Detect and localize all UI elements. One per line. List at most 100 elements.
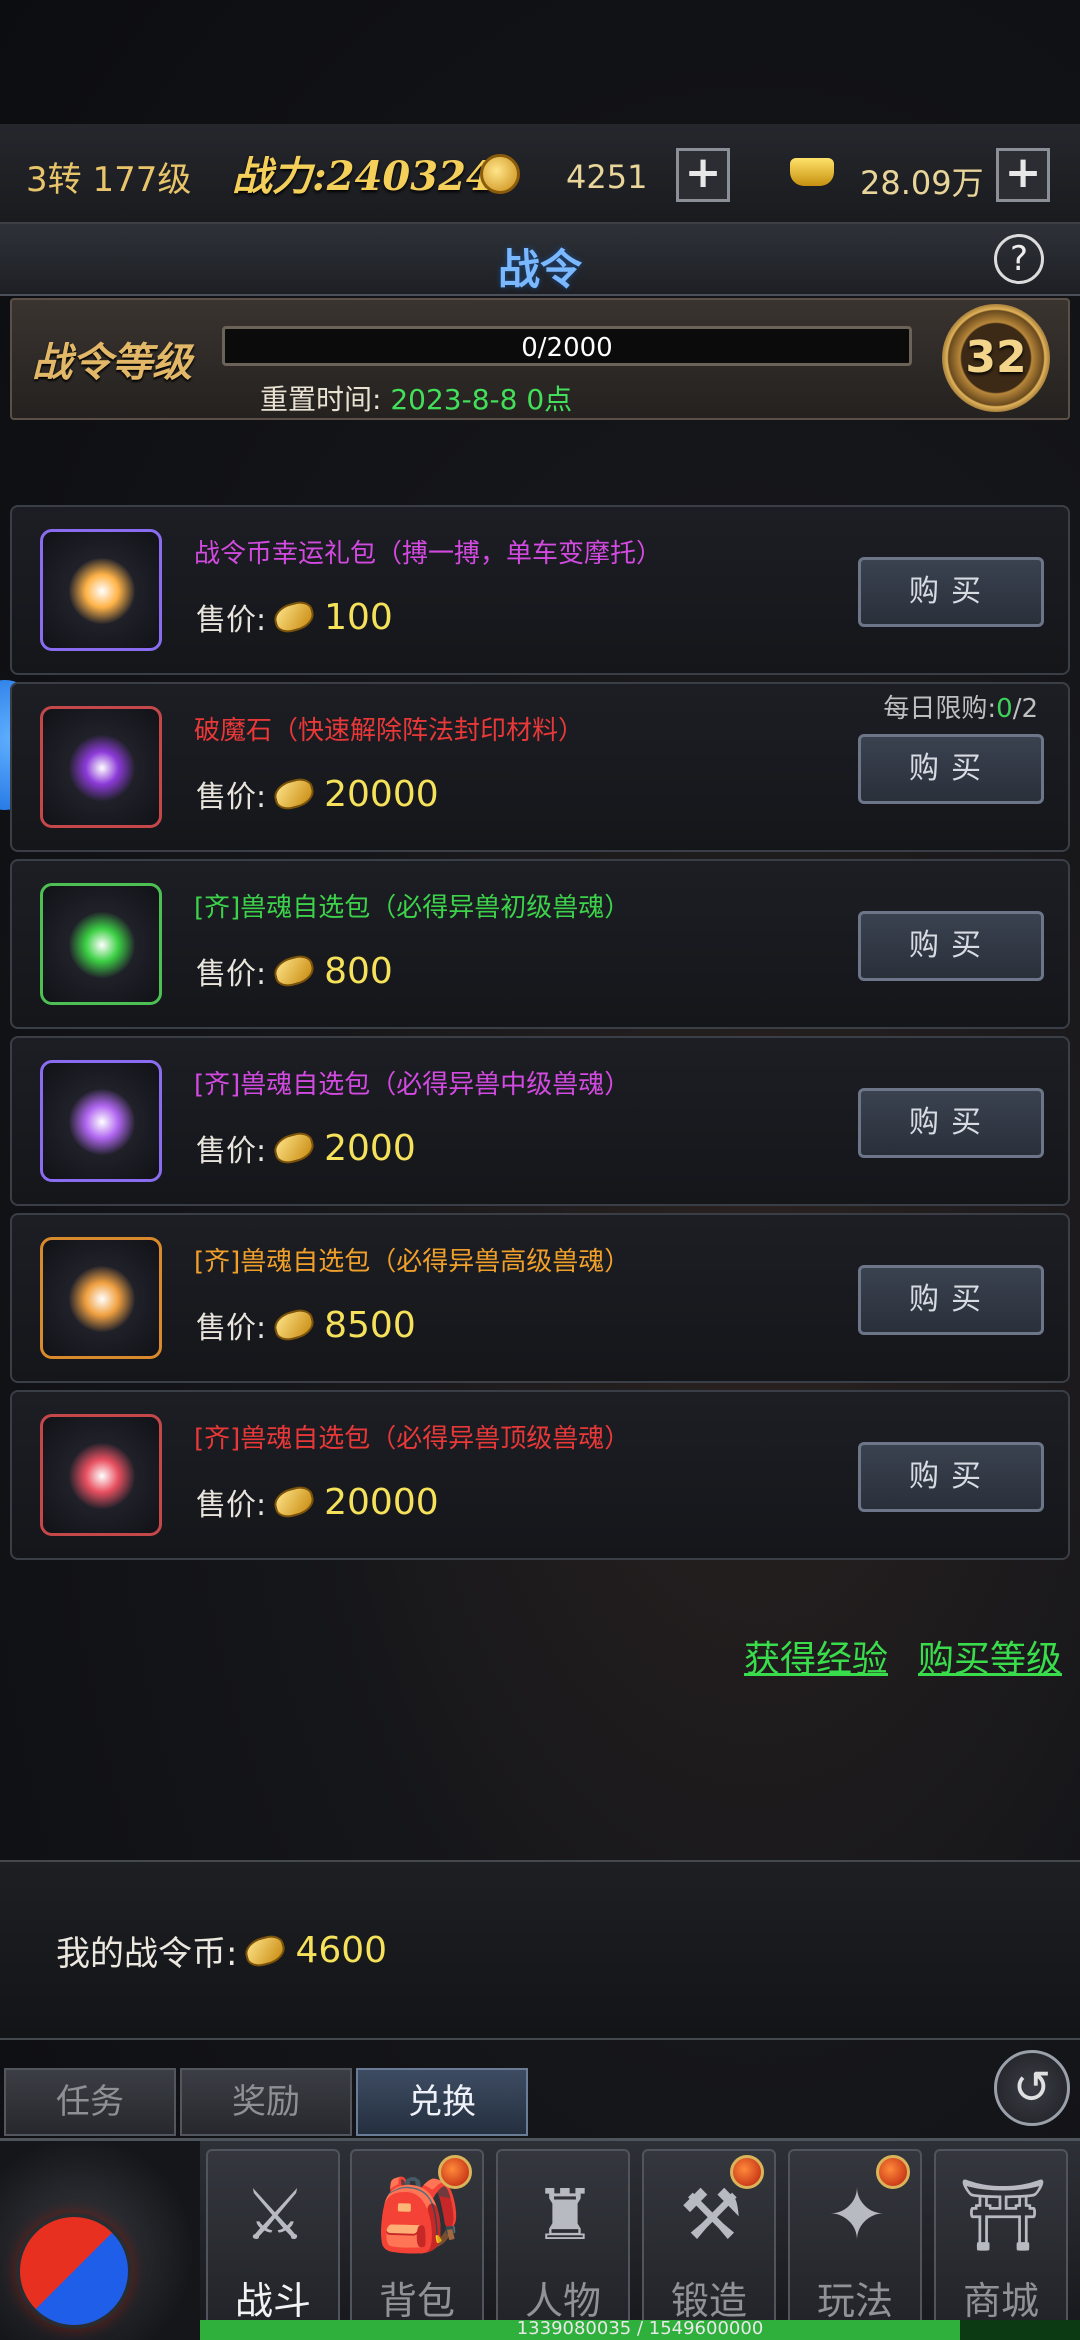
item-icon	[69, 735, 135, 801]
item-icon-frame[interactable]	[40, 883, 162, 1005]
dragon-emblem	[0, 2141, 200, 2340]
level-progress-text: 0/2000	[521, 333, 613, 363]
item-icon-frame[interactable]	[40, 529, 162, 651]
price-label: 售价:	[196, 1488, 267, 1523]
panel-title-bar: 战令 ?	[0, 224, 1080, 296]
get-exp-link[interactable]: 获得经验	[744, 1630, 888, 1682]
buy-button[interactable]: 购买	[858, 1088, 1044, 1158]
shop-item: [齐]兽魂自选包（必得异兽中级兽魂） 售价: 2000 购买	[10, 1036, 1070, 1206]
nav-item[interactable]: ⛩ 商城	[934, 2149, 1068, 2339]
buy-button[interactable]: 购买	[858, 557, 1044, 627]
battlepass-level-label: 战令等级	[32, 339, 192, 386]
price-value: 2000	[324, 1127, 416, 1169]
gold-coin-icon	[480, 154, 520, 194]
nav-item[interactable]: ✦ 玩法	[788, 2149, 922, 2339]
buy-button[interactable]: 购买	[858, 911, 1044, 981]
my-coin-row: 我的战令币: 4600	[56, 1926, 387, 1975]
add-ingot-button[interactable]: +	[996, 148, 1050, 202]
nav-icon: ⚔	[243, 2174, 307, 2256]
shop-item: [齐]兽魂自选包（必得异兽高级兽魂） 售价: 8500 购买	[10, 1213, 1070, 1383]
return-arrow-icon: ↺	[1012, 2060, 1052, 2114]
nav-item[interactable]: 🎒 背包	[350, 2149, 484, 2339]
buy-button[interactable]: 购买	[858, 1442, 1044, 1512]
link-row: 获得经验 购买等级	[744, 1630, 1062, 1682]
back-button[interactable]: ↺	[994, 2050, 1070, 2126]
yinyang-orb-icon[interactable]	[16, 2213, 132, 2329]
item-icon	[69, 912, 135, 978]
item-price-row: 售价: 2000	[196, 1126, 416, 1170]
tab-tasks[interactable]: 任务	[4, 2068, 176, 2136]
bottom-nav: ⚔ 战斗 🎒 背包 ♜ 人物 ⚒ 锻造 ✦ 玩法 ⛩ 商城	[0, 2138, 1080, 2340]
battlepass-coin-icon	[271, 775, 318, 813]
item-icon	[69, 1089, 135, 1155]
tab-rewards[interactable]: 奖励	[180, 2068, 352, 2136]
item-icon	[69, 1443, 135, 1509]
my-coin-value: 4600	[295, 1930, 388, 1971]
gold-coin-value: 4251	[566, 158, 648, 196]
shop-item: 破魔石（快速解除阵法封印材料） 售价: 20000 购买 每日限购:0/2	[10, 682, 1070, 852]
price-label: 售价:	[196, 1311, 267, 1346]
nav-label: 背包	[378, 2279, 455, 2323]
item-icon-frame[interactable]	[40, 1414, 162, 1536]
item-icon-frame[interactable]	[40, 706, 162, 828]
item-price-row: 售价: 8500	[196, 1303, 416, 1347]
nav-label: 玩法	[816, 2279, 893, 2323]
price-label: 售价:	[196, 1134, 267, 1169]
nav-item[interactable]: ♜ 人物	[496, 2149, 630, 2339]
nav-icon: ♜	[533, 2174, 597, 2256]
buy-button[interactable]: 购买	[858, 1265, 1044, 1335]
item-name: [齐]兽魂自选包（必得异兽初级兽魂）	[194, 893, 631, 923]
my-coin-label: 我的战令币:	[56, 1934, 238, 1974]
top-status-bar: 3转 177级 战力:240324 4251 + 28.09万 +	[0, 124, 1080, 224]
price-label: 售价:	[196, 780, 267, 815]
help-button[interactable]: ?	[994, 234, 1044, 284]
item-name: [齐]兽魂自选包（必得异兽中级兽魂）	[194, 1070, 631, 1100]
notification-dot-icon	[438, 2155, 472, 2189]
tab-exchange[interactable]: 兑换	[356, 2068, 528, 2136]
nav-icon: ⛩	[958, 2174, 1048, 2256]
game-screen: 3转 177级 战力:240324 4251 + 28.09万 + 战令 ? 战…	[0, 0, 1080, 2340]
item-icon	[69, 1266, 135, 1332]
nav-label: 战斗	[234, 2279, 311, 2323]
add-gold-button[interactable]: +	[676, 148, 730, 202]
notification-dot-icon	[730, 2155, 764, 2189]
shop-item-list: 战令币幸运礼包（搏一搏，单车变摩托） 售价: 100 购买 破魔石（快速解除阵法…	[10, 505, 1070, 1567]
nav-item[interactable]: ⚒ 锻造	[642, 2149, 776, 2339]
price-value: 800	[324, 950, 393, 992]
price-value: 20000	[324, 773, 439, 815]
buy-level-link[interactable]: 购买等级	[918, 1630, 1062, 1682]
item-name: [齐]兽魂自选包（必得异兽高级兽魂）	[194, 1247, 631, 1277]
shop-item: [齐]兽魂自选包（必得异兽顶级兽魂） 售价: 20000 购买	[10, 1390, 1070, 1560]
battlepass-coin-icon	[271, 1129, 318, 1167]
exp-bar-text: 1339080035 / 1549600000	[516, 2318, 764, 2339]
daily-limit-total: /2	[1012, 694, 1038, 724]
level-badge: 32	[942, 304, 1050, 412]
reset-time-label: 重置时间:	[260, 383, 382, 416]
item-price-row: 售价: 20000	[196, 1480, 439, 1524]
combat-power: 战力:240324	[232, 153, 494, 200]
nav-item[interactable]: ⚔ 战斗	[206, 2149, 340, 2339]
item-name: 破魔石（快速解除阵法封印材料）	[194, 716, 585, 746]
item-price-row: 售价: 100	[196, 595, 393, 639]
shop-item: [齐]兽魂自选包（必得异兽初级兽魂） 售价: 800 购买	[10, 859, 1070, 1029]
battlepass-coin-icon	[271, 952, 318, 990]
battlepass-coin-icon	[271, 598, 318, 636]
item-icon-frame[interactable]	[40, 1060, 162, 1182]
price-label: 售价:	[196, 957, 267, 992]
buy-button[interactable]: 购买	[858, 734, 1044, 804]
ingot-value: 28.09万	[860, 164, 984, 202]
nav-label: 人物	[524, 2279, 601, 2323]
reset-time-date: 2023-8-8 0点	[390, 383, 573, 416]
player-level: 3转 177级	[26, 160, 192, 200]
price-value: 8500	[324, 1304, 416, 1346]
item-price-row: 售价: 800	[196, 949, 393, 993]
page-title: 战令	[497, 245, 582, 294]
item-icon	[69, 558, 135, 624]
item-name: [齐]兽魂自选包（必得异兽顶级兽魂）	[194, 1424, 631, 1454]
nav-label: 商城	[962, 2279, 1039, 2323]
nav-label: 锻造	[670, 2279, 747, 2323]
item-icon-frame[interactable]	[40, 1237, 162, 1359]
item-name: 战令币幸运礼包（搏一搏，单车变摩托）	[194, 539, 663, 569]
price-value: 20000	[324, 1481, 439, 1523]
shop-item: 战令币幸运礼包（搏一搏，单车变摩托） 售价: 100 购买	[10, 505, 1070, 675]
